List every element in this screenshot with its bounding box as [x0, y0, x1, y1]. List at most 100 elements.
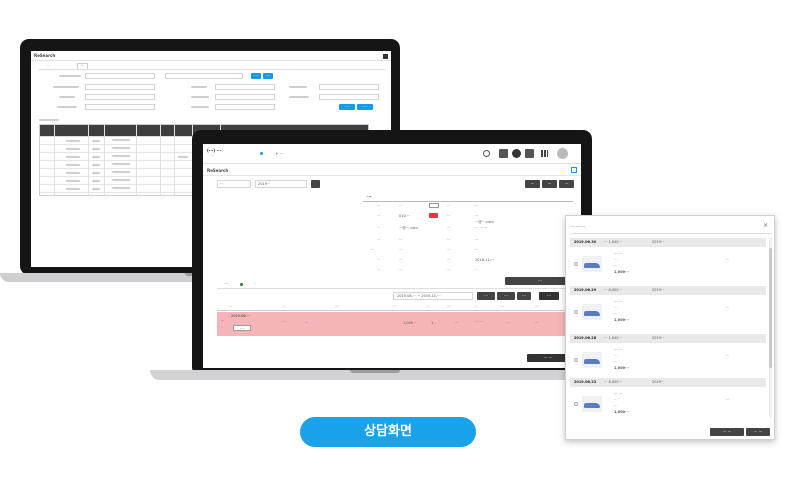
date-range-input[interactable]: 2019-06-··· ~ 2019-11-···	[393, 292, 473, 300]
popup-order-meta: ··· 6,000···	[604, 380, 622, 384]
customer-label-5: ···	[377, 258, 381, 262]
order-tab-1[interactable]: ···	[225, 282, 228, 287]
top-button-2[interactable]: ···	[542, 180, 557, 188]
row-cell-2: 1,000 ···	[403, 321, 418, 325]
th-0: ···	[229, 305, 233, 309]
canvas: ReSearch ··· ··· ··· ··· ··· ··· (···) ·…	[0, 0, 800, 500]
back-tab-line	[39, 69, 385, 70]
popup-cancel-button[interactable]: ··· ···	[746, 428, 770, 436]
popup-order-date: 2019.06.23	[574, 380, 597, 384]
back-reset-button[interactable]: ···	[357, 104, 373, 110]
popup-item-option: ···	[614, 354, 618, 358]
popup-order-3[interactable]: 2019.06.23 ··· 6,000··· 2019··· ··· ··· …	[570, 378, 766, 424]
row-order-link[interactable]: ···	[221, 319, 224, 324]
github-icon[interactable]	[512, 149, 521, 158]
search-type-select[interactable]: ···	[217, 180, 251, 188]
customer-label-2: ···	[377, 226, 381, 230]
caption-text: 상담화면	[364, 424, 412, 439]
popup-item-status: ···	[726, 354, 730, 358]
table-row[interactable]: 2019-06-··· ··· ··· ··· ··· 1,000 ··· 1 …	[217, 312, 577, 336]
front-header-tab[interactable]: + ···	[275, 151, 283, 156]
period-button-1[interactable]: ···	[477, 292, 495, 300]
th-5: ···	[447, 305, 451, 309]
shoe-thumbnail	[582, 304, 602, 320]
grid-icon[interactable]	[541, 150, 548, 157]
row-cell-7: ···	[535, 321, 539, 325]
popup-item-qty: ···	[614, 404, 618, 408]
customer-right-label-6: ···	[447, 268, 451, 272]
top-button-3[interactable]: ···	[559, 180, 574, 188]
customer-label-4: ···	[371, 248, 375, 252]
popup-order-1[interactable]: 2019.06.29 ··· 6,000··· 2019··· ··· ··· …	[570, 286, 766, 332]
th-2: ···	[335, 305, 339, 309]
back-tab-1[interactable]: ···	[47, 64, 50, 69]
customer-value-1: 010-···	[399, 214, 411, 218]
radio-icon[interactable]	[574, 402, 578, 406]
popup-item-price: 1,000···	[614, 366, 630, 370]
popup-scrollbar[interactable]	[769, 238, 772, 418]
radio-icon[interactable]	[574, 310, 578, 314]
top-button-1[interactable]: ···	[525, 180, 540, 188]
chat-icon[interactable]	[525, 149, 534, 158]
popup-item-status: ···	[726, 258, 730, 262]
row-product-link[interactable]: ···	[305, 321, 308, 326]
radio-icon[interactable]	[574, 358, 578, 362]
popup-select-button[interactable]: ··· ···	[710, 428, 744, 436]
popup-item-price: 1,000···	[614, 270, 630, 274]
row-action-button[interactable]: ···	[233, 325, 251, 331]
avatar[interactable]	[557, 148, 568, 159]
customer-right-label-4: ···	[447, 248, 451, 252]
search-icon[interactable]	[483, 150, 490, 157]
customer-panel: ··· ··· ··· ··· 010-··· ··· ···@···.com …	[363, 194, 581, 274]
row-cell-6: ···	[507, 321, 511, 325]
popup-item-option: ···	[614, 306, 618, 310]
customer-email: ···@···.com	[475, 220, 494, 224]
status-dot-icon	[260, 152, 263, 155]
popup-item-qty: ···	[614, 360, 618, 364]
row-cell-4: ···	[455, 321, 459, 325]
expand-icon[interactable]	[571, 167, 577, 173]
popup-item-option: ···	[614, 258, 618, 262]
popup-order-date: 2019.06.29	[574, 288, 597, 292]
back-divider	[31, 60, 391, 61]
popup-order-no: 2019···	[652, 240, 665, 244]
radio-icon[interactable]	[574, 262, 578, 266]
row-cell-3: 1	[431, 321, 434, 325]
popup-order-0[interactable]: 2019.06.30 ··· 1,000··· 2019··· ··· ··· …	[570, 238, 766, 284]
bottom-action-button[interactable]: ··· ···	[527, 354, 569, 362]
customer-label-6: ···	[377, 268, 381, 272]
popup-order-2[interactable]: 2019.06.28 ··· 1,000··· 2019··· ··· ··· …	[570, 334, 766, 380]
customer-value-3: ···	[399, 238, 403, 242]
row-cell-0: ···	[283, 320, 287, 324]
back-btn-a[interactable]: ···	[251, 73, 261, 79]
customer-value-4: ···	[399, 248, 403, 252]
customer-panel-title: ···	[367, 194, 372, 199]
popup-item-qty: ···	[614, 312, 618, 316]
row-cell-5: ··· ···	[475, 320, 483, 324]
front-laptop-notch	[350, 370, 400, 373]
customer-edit-button[interactable]	[429, 203, 439, 208]
period-button-2[interactable]: ···	[497, 292, 515, 300]
list-icon[interactable]	[499, 149, 508, 158]
customer-right-value-3: ···	[475, 238, 479, 242]
back-app-title: ReSearch	[34, 53, 56, 58]
back-tab-2[interactable]: ···	[77, 63, 89, 69]
front-laptop: (···) ··· ··· + ··· ReSearch ··· 2019···…	[140, 120, 610, 390]
customer-value-0: ···	[399, 204, 403, 208]
back-close-icon[interactable]	[383, 54, 388, 59]
order-table: ··· ··· ··· ··· ··· ··· ··· ··· ··· 2019…	[217, 304, 577, 342]
search-input[interactable]: 2019···	[255, 180, 307, 188]
customer-right-label-2: ···	[447, 226, 451, 230]
th-1: ···	[283, 305, 287, 309]
search-button-icon[interactable]	[311, 180, 320, 188]
front-header-sub: ···	[211, 154, 215, 158]
popup-order-no: 2019···	[652, 288, 665, 292]
back-search-button[interactable]: ···	[339, 104, 355, 110]
period-button-4[interactable]: ···	[539, 292, 559, 300]
period-button-3[interactable]: ···	[517, 292, 531, 300]
popup-item-name: ··· ···	[614, 392, 622, 396]
customer-value-6: ···	[399, 268, 403, 272]
close-icon[interactable]: ×	[763, 223, 768, 229]
order-tab-2[interactable]: ···	[253, 282, 256, 287]
back-btn-b[interactable]: ···	[263, 73, 273, 79]
